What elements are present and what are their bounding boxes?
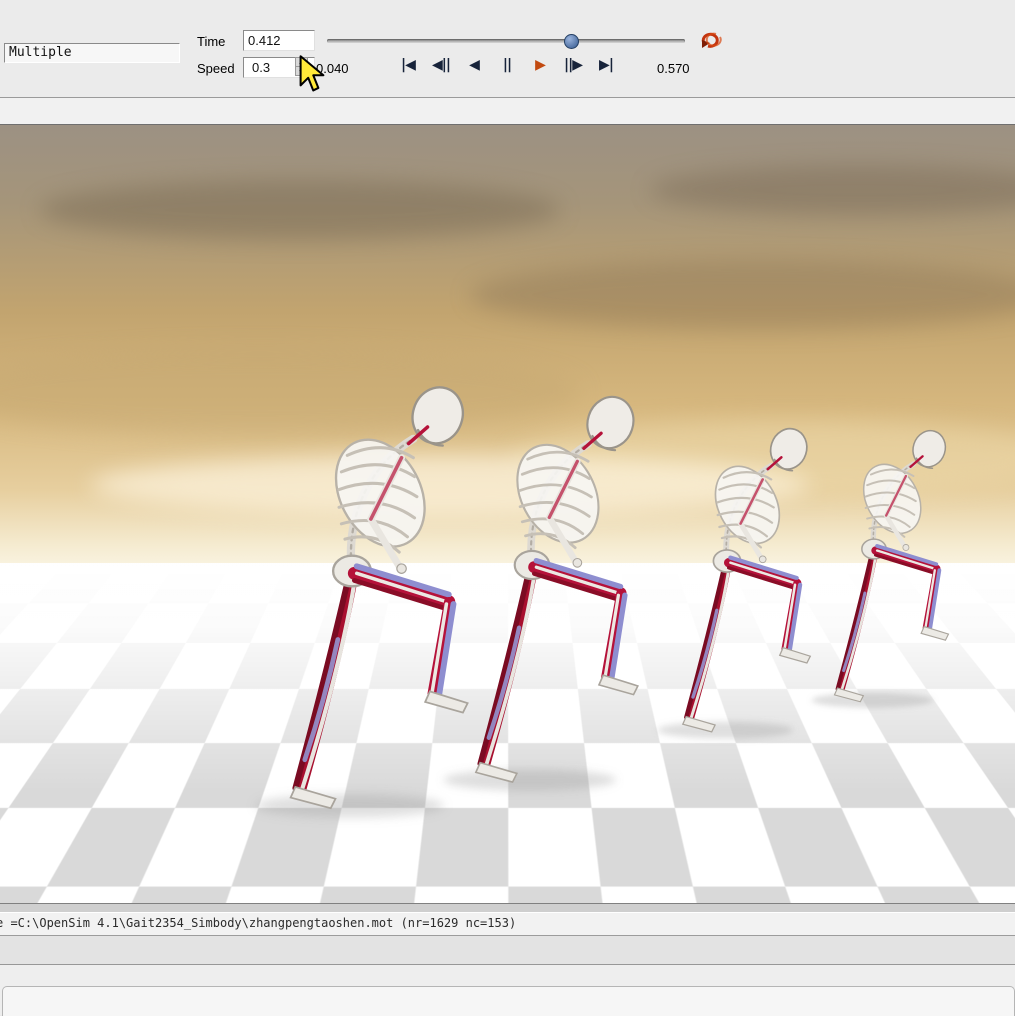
viewport-3d-scene: [0, 125, 1015, 903]
lower-panel-band: [0, 936, 1015, 965]
spin-up-icon: [299, 60, 305, 64]
skeleton-model-4: [812, 426, 950, 707]
status-text: e =C:\OpenSim 4.1\Gait2354_Simbody\zhang…: [0, 916, 517, 930]
viewport-3d[interactable]: [0, 125, 1015, 903]
end-time-value: 0.570: [657, 61, 690, 76]
skip-to-end-button[interactable]: ▶|: [594, 55, 618, 75]
play-button[interactable]: ▶: [528, 55, 552, 75]
pause-button[interactable]: ||: [495, 55, 519, 75]
speed-spin-down-button[interactable]: [295, 66, 308, 76]
step-forward-button[interactable]: ||▶: [561, 55, 585, 75]
playback-controls: |◀ ◀|| ◀ || ▶ ||▶ ▶|: [396, 55, 618, 75]
loop-toggle-button[interactable]: [698, 30, 726, 50]
skip-to-start-button[interactable]: |◀: [396, 55, 420, 75]
time-input[interactable]: 0.412: [243, 30, 315, 51]
loop-icon: [701, 32, 722, 48]
viewport-bottom-splitter[interactable]: [0, 903, 1015, 913]
speed-spinner: [295, 57, 308, 76]
skeleton-model-3: [657, 424, 812, 739]
time-slider[interactable]: [327, 34, 685, 49]
skeleton-model-1: [255, 381, 470, 818]
time-slider-handle[interactable]: [564, 34, 579, 49]
playback-toolbar: Multiple Time 0.412 Speed 0.3 0.040 |◀ ◀…: [0, 0, 1015, 98]
spin-down-icon: [299, 70, 305, 74]
frame-increment-value: 0.040: [316, 61, 349, 76]
step-back-button[interactable]: ◀||: [429, 55, 453, 75]
time-label: Time: [197, 34, 226, 49]
model-selector-field[interactable]: Multiple: [4, 43, 180, 63]
play-reverse-button[interactable]: ◀: [462, 55, 486, 75]
skeleton-model-2: [443, 391, 640, 791]
toolbar-viewport-divider: [0, 98, 1015, 125]
bottom-panel-edge: [2, 986, 1015, 1016]
status-bar: e =C:\OpenSim 4.1\Gait2354_Simbody\zhang…: [0, 913, 1015, 936]
speed-spin-up-button[interactable]: [295, 57, 308, 66]
speed-label: Speed: [197, 61, 235, 76]
